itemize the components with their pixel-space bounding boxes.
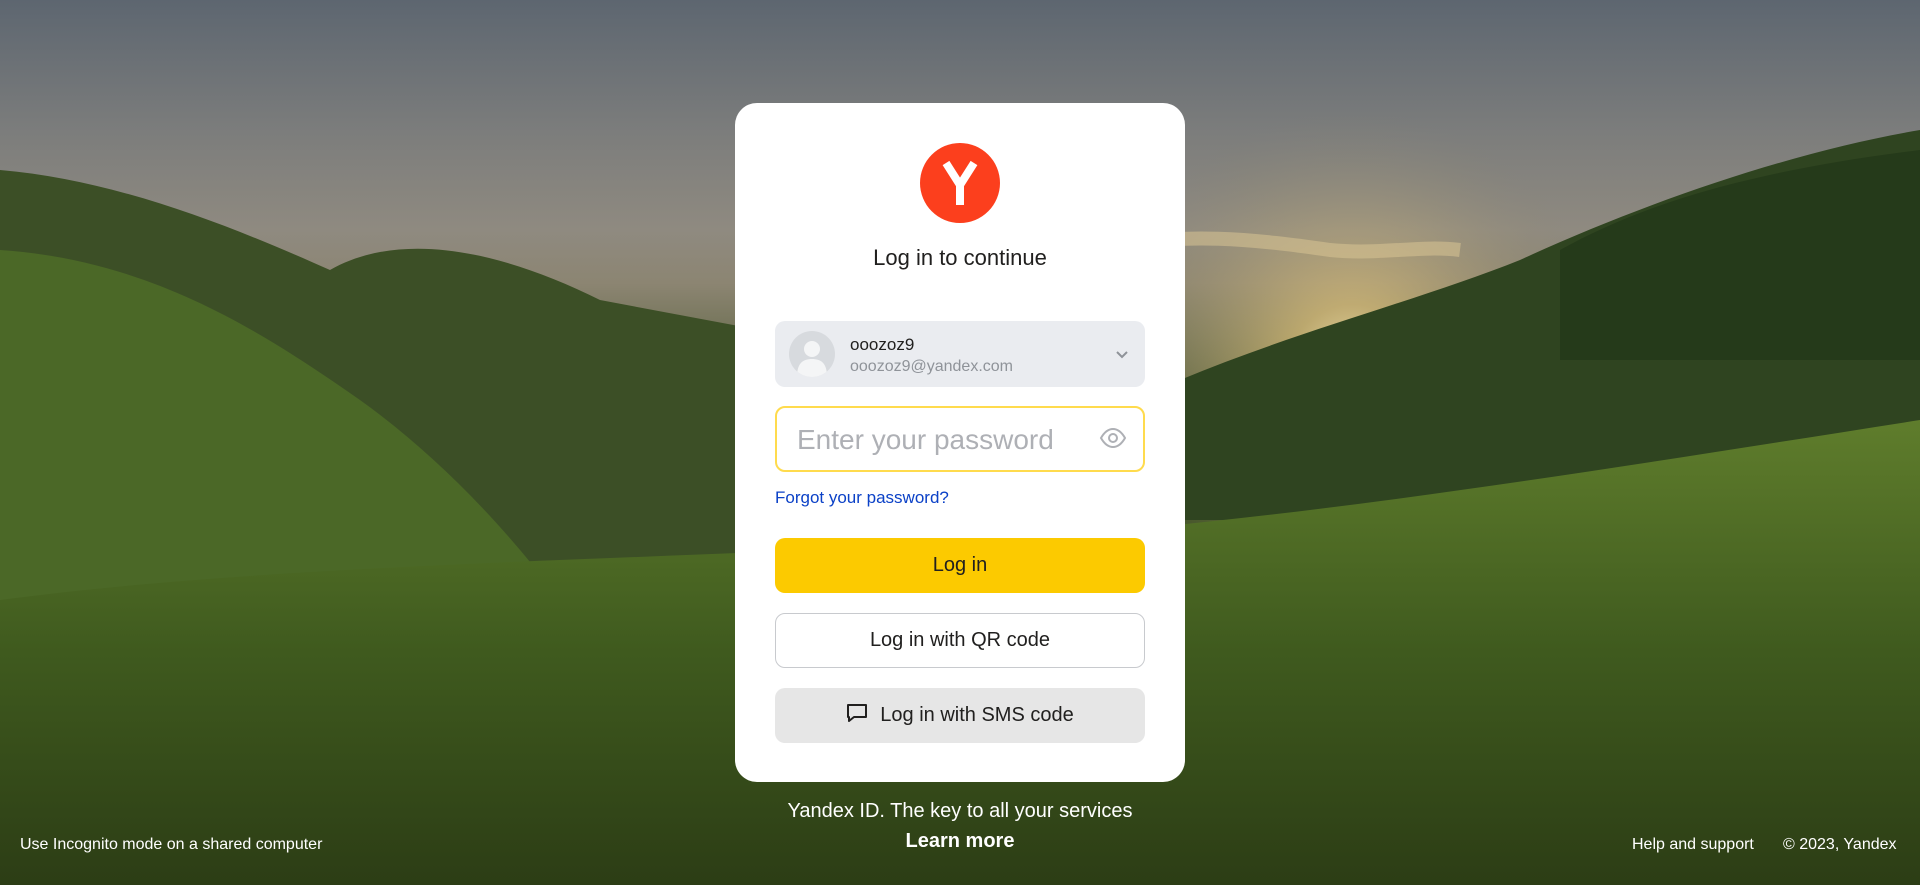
page-title: Log in to continue [873,245,1047,270]
sms-login-button-label: Log in with SMS code [880,704,1074,726]
help-and-support-link[interactable]: Help and support [1632,836,1754,854]
qr-login-button[interactable]: Log in with QR code [775,613,1145,668]
forgot-password-link[interactable]: Forgot your password? [775,488,949,508]
login-card: Log in to continue ooozoz9 ooozoz9@yande… [735,103,1185,782]
footer-tagline: Yandex ID. The key to all your services [787,800,1133,822]
account-selector[interactable]: ooozoz9 ooozoz9@yandex.com [775,321,1145,387]
login-button-label: Log in [932,554,988,576]
copyright-link[interactable]: © 2023, Yandex [1783,836,1897,854]
user-avatar-icon [789,331,835,377]
incognito-hint[interactable]: Use Incognito mode on a shared computer [20,836,322,854]
chat-bubble-icon [846,703,880,729]
account-login: ooozoz9 [850,335,915,354]
password-input[interactable] [795,418,1099,462]
sms-login-button[interactable]: Log in with SMS code [775,688,1145,743]
yandex-logo-icon [920,143,1000,223]
chevron-down-icon [1113,345,1131,368]
eye-icon[interactable] [1099,427,1127,453]
account-email: ooozoz9@yandex.com [850,358,1013,375]
qr-login-button-label: Log in with QR code [869,629,1051,651]
login-button[interactable]: Log in [775,538,1145,593]
password-field[interactable] [775,406,1145,472]
